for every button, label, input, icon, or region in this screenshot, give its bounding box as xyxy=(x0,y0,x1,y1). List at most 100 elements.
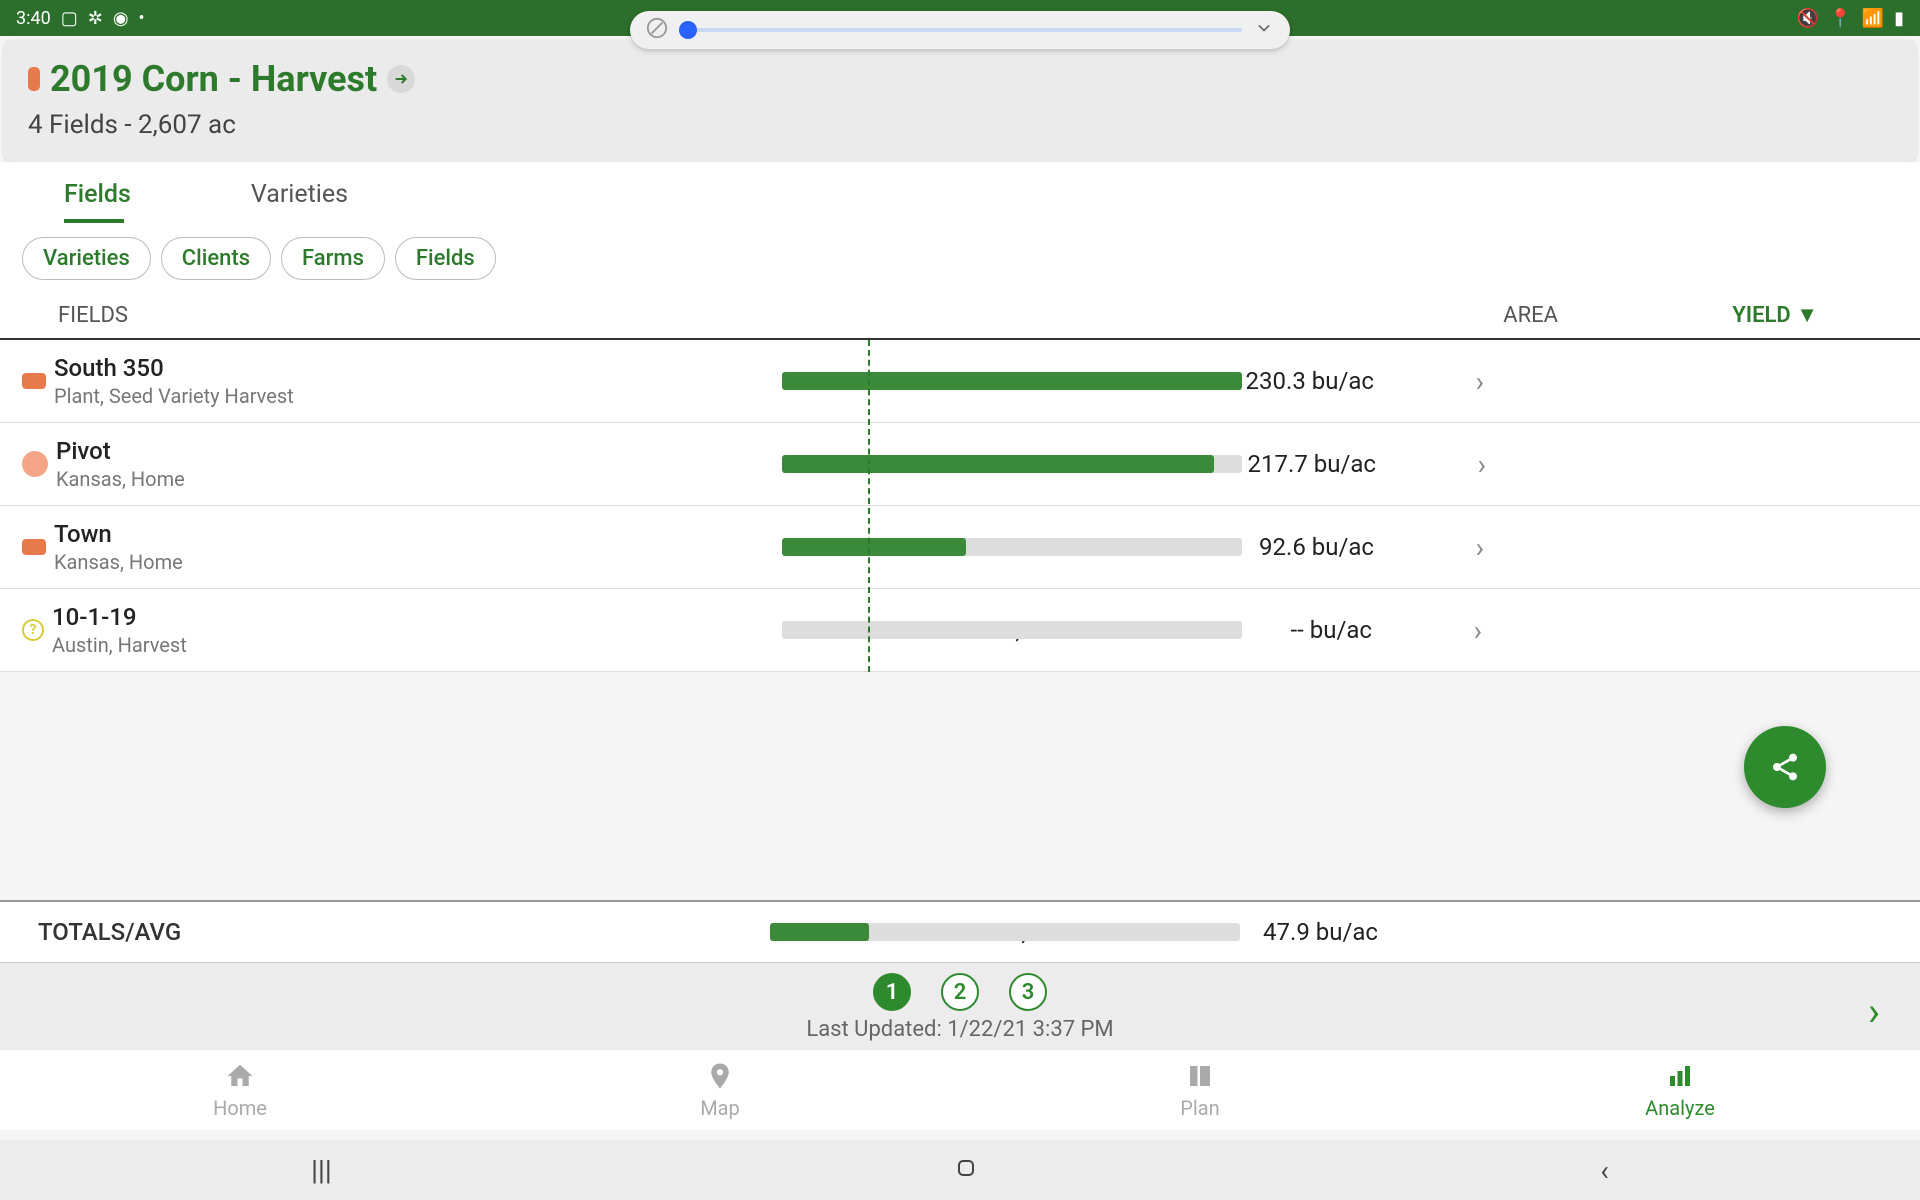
yield-bar xyxy=(782,455,1242,473)
field-name: South 350 xyxy=(54,354,774,382)
field-sub: Kansas, Home xyxy=(54,550,774,574)
nav-home[interactable]: Home xyxy=(110,1060,370,1120)
analyze-icon xyxy=(1665,1060,1695,1092)
fan-icon: ✲ xyxy=(88,8,103,29)
image-icon: ▢ xyxy=(61,8,78,29)
row-text: Pivot Kansas, Home xyxy=(56,437,776,491)
home-icon xyxy=(225,1060,255,1092)
share-button[interactable] xyxy=(1744,726,1826,808)
question-icon: ? xyxy=(22,619,44,641)
yield-bar-fill xyxy=(782,538,966,556)
pager-area: 1 2 3 Last Updated: 1/22/21 3:37 PM › xyxy=(0,963,1920,1051)
field-sub: Austin, Harvest xyxy=(52,633,772,657)
field-name: Pivot xyxy=(56,437,776,465)
pager-dots: 1 2 3 xyxy=(873,973,1047,1011)
chip-clients[interactable]: Clients xyxy=(161,237,271,280)
fields-list: South 350 Plant, Seed Variety Harvest 34… xyxy=(0,340,1920,672)
nav-map[interactable]: Map xyxy=(590,1060,850,1120)
battery-icon: ▮ xyxy=(1894,8,1904,29)
pager-page-3[interactable]: 3 xyxy=(1009,973,1047,1011)
status-left: 3:40 ▢ ✲ ◉ • xyxy=(16,8,145,29)
location-icon: 📍 xyxy=(1829,8,1851,29)
totals-row: TOTALS/AVG 2,606.5 ac 47.9 bu/ac xyxy=(0,900,1920,963)
dnd-icon xyxy=(646,17,668,43)
pager-page-1[interactable]: 1 xyxy=(873,973,911,1011)
chip-varieties[interactable]: Varieties xyxy=(22,237,151,280)
arrow-right-icon[interactable] xyxy=(387,65,415,93)
map-icon xyxy=(705,1060,735,1092)
chevron-down-icon[interactable] xyxy=(1254,18,1274,42)
row-text: 10-1-19 Austin, Harvest xyxy=(52,603,772,657)
chevron-right-icon[interactable]: › xyxy=(1372,614,1492,647)
field-shape-icon xyxy=(22,451,48,477)
chevron-right-icon[interactable]: › xyxy=(1374,365,1494,398)
yield-bar xyxy=(782,538,1242,556)
android-nav-bar: ||| ‹ xyxy=(0,1140,1920,1200)
nav-plan-label: Plan xyxy=(1180,1096,1219,1120)
tab-varieties-label: Varieties xyxy=(251,180,348,209)
row-text: South 350 Plant, Seed Variety Harvest xyxy=(54,354,774,408)
totals-bar xyxy=(770,923,1240,941)
nav-analyze[interactable]: Analyze xyxy=(1550,1060,1810,1120)
tab-fields[interactable]: Fields xyxy=(24,162,211,223)
chip-farms[interactable]: Farms xyxy=(281,237,385,280)
table-row[interactable]: Town Kansas, Home 193.0 ac 92.6 bu/ac › xyxy=(0,506,1920,589)
home-button[interactable] xyxy=(954,1154,978,1187)
pager-next-button[interactable]: › xyxy=(1868,988,1880,1035)
page-subtitle: 4 Fields - 2,607 ac xyxy=(28,110,1892,140)
plan-icon xyxy=(1185,1060,1215,1092)
volume-slider-pill[interactable] xyxy=(630,11,1290,49)
pager-page-2[interactable]: 2 xyxy=(941,973,979,1011)
nav-plan[interactable]: Plan xyxy=(1070,1060,1330,1120)
yield-bar-fill xyxy=(782,372,1242,390)
chevron-right-icon[interactable]: › xyxy=(1376,448,1496,481)
field-sub: Plant, Seed Variety Harvest xyxy=(54,384,774,408)
mute-icon: 🔇 xyxy=(1797,8,1819,29)
yield-bar-fill xyxy=(782,455,1214,473)
field-name: Town xyxy=(54,520,774,548)
yield-bar xyxy=(782,372,1242,390)
bottom-nav: Home Map Plan Analyze xyxy=(0,1050,1920,1130)
row-text: Town Kansas, Home xyxy=(54,520,774,574)
status-right: 🔇 📍 📶 ▮ xyxy=(1797,8,1904,29)
totals-bar-fill xyxy=(770,923,869,941)
volume-slider-track[interactable] xyxy=(680,28,1242,32)
yield-bar xyxy=(782,621,1242,639)
volume-slider-thumb[interactable] xyxy=(679,21,697,39)
table-row[interactable]: Pivot Kansas, Home 125.5 ac 217.7 bu/ac … xyxy=(0,423,1920,506)
table-header-row: FIELDS AREA YIELD ▼ xyxy=(0,294,1920,340)
share-icon xyxy=(1769,751,1801,783)
season-header-card[interactable]: 2019 Corn - Harvest 4 Fields - 2,607 ac xyxy=(4,40,1916,162)
field-name: 10-1-19 xyxy=(52,603,772,631)
nav-home-label: Home xyxy=(213,1096,267,1120)
fields-table: FIELDS AREA YIELD ▼ South 350 Plant, See… xyxy=(0,294,1920,672)
average-reference-line xyxy=(868,340,870,672)
column-header-yield[interactable]: YIELD ▼ xyxy=(1598,302,1818,328)
column-header-fields: FIELDS xyxy=(58,303,758,328)
view-tabs: Fields Varieties xyxy=(0,162,1920,223)
tractor-icon: ◉ xyxy=(113,8,129,29)
chevron-right-icon[interactable]: › xyxy=(1374,531,1494,564)
status-time: 3:40 xyxy=(16,8,51,29)
crop-color-chip xyxy=(28,67,40,91)
wifi-icon: 📶 xyxy=(1862,8,1884,29)
back-button[interactable]: ‹ xyxy=(1600,1154,1608,1187)
totals-label: TOTALS/AVG xyxy=(38,918,778,946)
filter-chips-row: Varieties Clients Farms Fields xyxy=(0,223,1920,294)
recent-apps-button[interactable]: ||| xyxy=(311,1154,332,1187)
page-title: 2019 Corn - Harvest xyxy=(50,58,377,100)
field-shape-icon xyxy=(22,373,46,389)
field-sub: Kansas, Home xyxy=(56,467,776,491)
tab-fields-label: Fields xyxy=(64,180,131,209)
chip-fields[interactable]: Fields xyxy=(395,237,496,280)
column-header-area[interactable]: AREA xyxy=(1218,303,1598,328)
nav-map-label: Map xyxy=(700,1096,740,1120)
dot-icon: • xyxy=(139,8,145,29)
tab-varieties[interactable]: Varieties xyxy=(211,162,428,223)
table-row[interactable]: South 350 Plant, Seed Variety Harvest 34… xyxy=(0,340,1920,423)
last-updated-text: Last Updated: 1/22/21 3:37 PM xyxy=(24,1017,1896,1042)
header-title-row: 2019 Corn - Harvest xyxy=(28,58,1892,100)
field-shape-icon xyxy=(22,539,46,555)
table-row[interactable]: ? 10-1-19 Austin, Harvest 1,941.8 ac -- … xyxy=(0,589,1920,672)
nav-analyze-label: Analyze xyxy=(1645,1096,1715,1120)
